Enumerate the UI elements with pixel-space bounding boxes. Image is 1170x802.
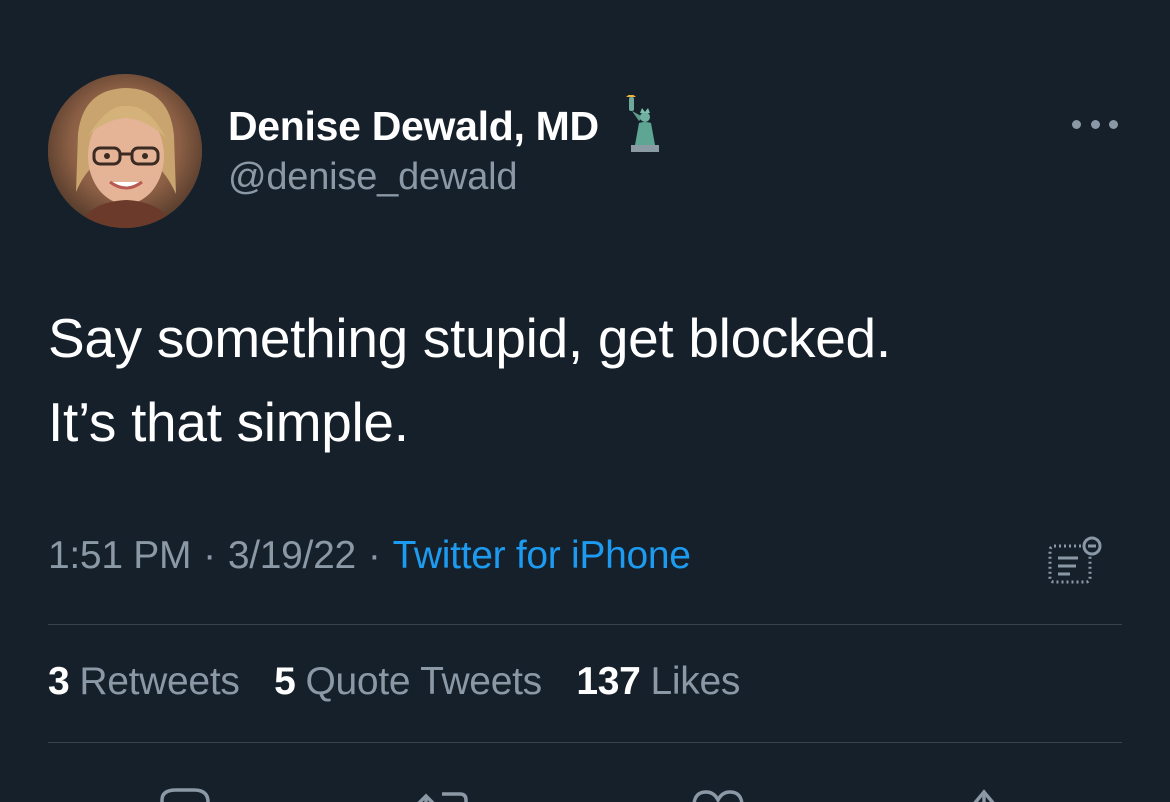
retweet-icon [417, 792, 468, 802]
more-horizontal-icon [1072, 119, 1081, 129]
share-button[interactable] [958, 778, 1018, 802]
tweet-stats: 3 Retweets 5 Quote Tweets 137 Likes [48, 660, 764, 704]
avatar-portrait [48, 74, 202, 228]
retweets-count: 3 [48, 660, 70, 703]
more-options-button[interactable] [1072, 118, 1118, 130]
share-icon [973, 789, 995, 802]
tweet-text: Say something stupid, get blocked. It’s … [48, 296, 1122, 464]
name-row: Denise Dewald, MD [228, 93, 665, 152]
tweet-actions [0, 770, 1170, 802]
more-dot [1090, 119, 1100, 129]
tweet-text-line: Say something stupid, get blocked. [48, 307, 891, 369]
quote-tweets-stat[interactable]: 5 Quote Tweets [274, 660, 542, 703]
analytics-icon[interactable] [1046, 536, 1102, 590]
likes-stat[interactable]: 137 Likes [576, 660, 740, 703]
retweets-label: Retweets [79, 660, 240, 703]
likes-count: 137 [576, 660, 641, 703]
retweets-stat[interactable]: 3 Retweets [48, 660, 240, 703]
tweet-meta: 1:51 PM · 3/19/22 · Twitter for iPhone [48, 534, 691, 578]
tweet-date[interactable]: 3/19/22 [228, 534, 356, 577]
divider [48, 624, 1122, 625]
display-name[interactable]: Denise Dewald, MD [228, 103, 599, 150]
avatar[interactable] [48, 74, 202, 228]
author-info[interactable]: Denise Dewald, MD @denise_dewald [228, 93, 665, 199]
tweet-text-line: It’s that simple. [48, 391, 409, 453]
tweet-detail: Denise Dewald, MD @denise_dewald Say som… [0, 0, 1170, 802]
tweet-time[interactable]: 1:51 PM [48, 534, 191, 577]
divider [48, 742, 1122, 743]
tweet-source-link[interactable]: Twitter for iPhone [393, 534, 691, 577]
tweet-header: Denise Dewald, MD @denise_dewald [48, 72, 1122, 232]
quote-tweets-count: 5 [274, 660, 296, 703]
reply-icon [160, 788, 210, 802]
meta-separator: · [203, 534, 216, 577]
statue-of-liberty-icon [623, 93, 665, 153]
quote-tweets-label: Quote Tweets [305, 660, 543, 703]
more-dot [1109, 119, 1118, 129]
like-button[interactable] [688, 778, 748, 802]
likes-label: Likes [650, 660, 741, 703]
reply-button[interactable] [154, 778, 214, 802]
heart-icon [692, 790, 744, 802]
meta-separator: · [367, 534, 381, 577]
user-handle[interactable]: @denise_dewald [228, 156, 665, 199]
retweet-button[interactable] [412, 778, 472, 802]
